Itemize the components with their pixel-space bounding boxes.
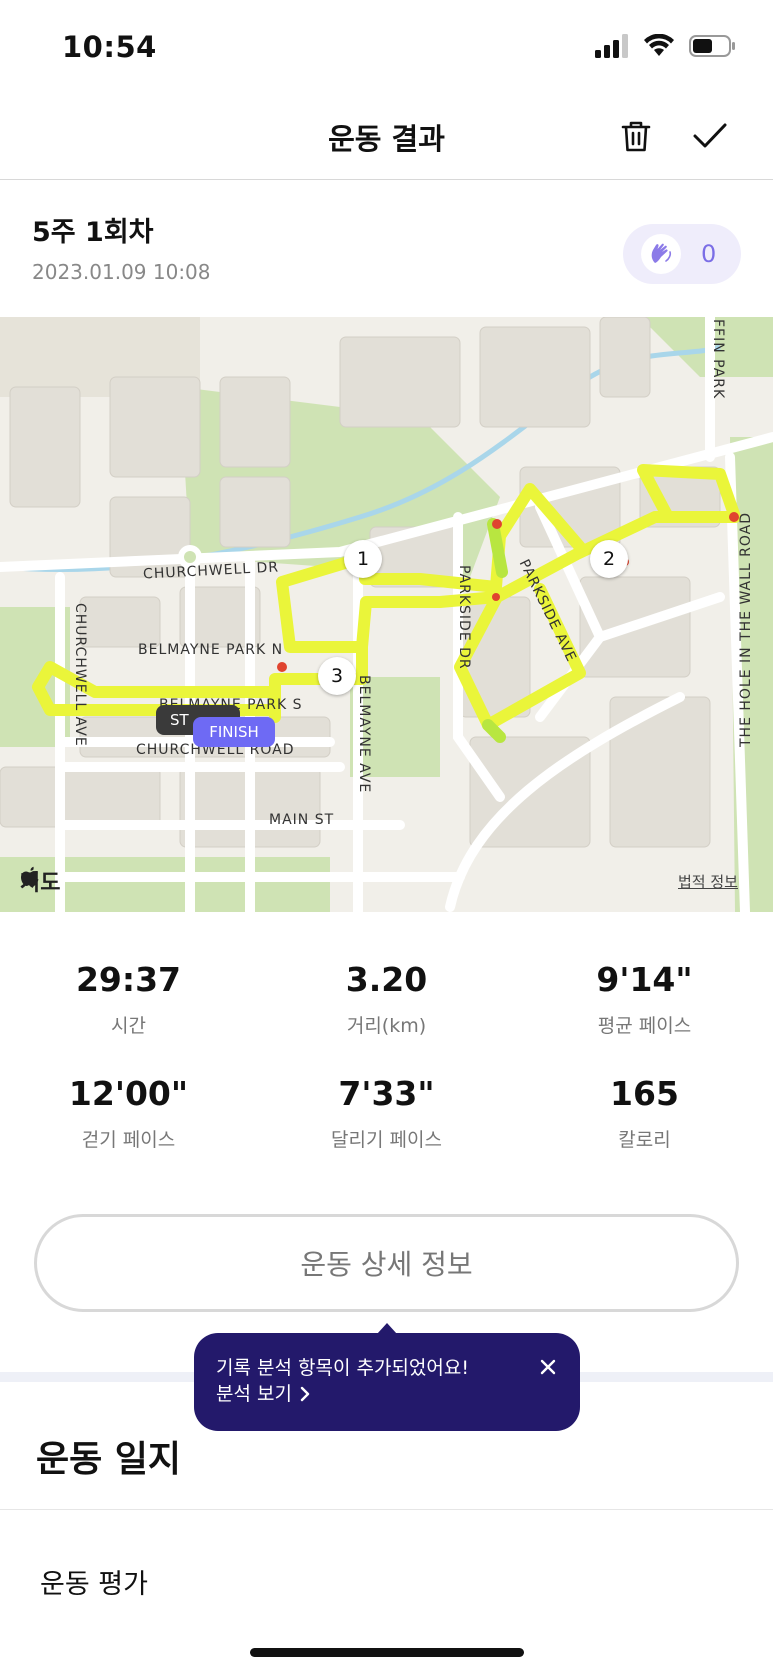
stat-run-pace: 7'33" 달리기 페이스	[258, 1074, 515, 1152]
session-date: 2023.01.09 10:08	[32, 260, 211, 284]
workout-details-button[interactable]: 운동 상세 정보	[34, 1214, 739, 1312]
divider	[0, 1509, 773, 1510]
street-label: PARKSIDE DR	[456, 565, 472, 670]
tooltip-close-button[interactable]	[534, 1353, 562, 1381]
stat-calories: 165 칼로리	[516, 1074, 773, 1152]
stat-walk-pace: 12'00" 걷기 페이스	[0, 1074, 257, 1152]
street-label: CHURCHWELL AVE	[72, 603, 88, 747]
checkmark-icon	[693, 123, 727, 148]
street-label: BELMAYNE PARK N	[138, 642, 284, 658]
cellular-signal-icon	[595, 34, 628, 58]
stat-value: 29:37	[75, 960, 182, 999]
chevron-right-icon	[300, 1386, 310, 1402]
clap-button[interactable]: 0	[623, 224, 741, 284]
trash-icon	[621, 121, 651, 152]
status-time: 10:54	[62, 30, 157, 64]
confirm-button[interactable]	[688, 114, 732, 158]
split-marker-1[interactable]: 1	[344, 540, 382, 578]
stat-time: 29:37 시간	[0, 960, 257, 1038]
status-icons	[595, 34, 737, 58]
status-bar: 10:54	[0, 0, 773, 96]
stat-value: 7'33"	[338, 1074, 435, 1113]
street-label: FFIN PARK	[710, 319, 726, 400]
stat-distance: 3.20 거리(km)	[258, 960, 515, 1038]
clap-count: 0	[701, 240, 717, 268]
home-indicator[interactable]	[250, 1648, 524, 1657]
view-analysis-label: 분석 보기	[216, 1383, 292, 1405]
battery-icon	[689, 35, 735, 57]
maps-attribution: 지도	[20, 865, 60, 897]
stat-value: 12'00"	[68, 1074, 189, 1113]
street-label: MAIN ST	[269, 812, 335, 828]
street-label: BELMAYNE AVE	[356, 675, 372, 794]
workout-rating-title: 운동 평가	[40, 1569, 148, 1600]
clap-icon-wrapper	[641, 234, 681, 274]
stat-avg-pace: 9'14" 평균 페이스	[516, 960, 773, 1038]
split-marker-2[interactable]: 2	[590, 540, 628, 578]
split-marker-3[interactable]: 3	[318, 657, 356, 695]
stat-value: 9'14"	[596, 960, 693, 999]
finish-marker[interactable]: FINISH	[193, 717, 275, 747]
close-icon	[540, 1359, 556, 1375]
header: 운동 결과	[0, 96, 773, 180]
stat-label: 거리(km)	[346, 1015, 427, 1037]
street-label: THE HOLE IN THE WALL ROAD	[738, 511, 754, 747]
stat-label: 걷기 페이스	[81, 1129, 176, 1151]
journal-section-title: 운동 일지	[36, 1439, 182, 1480]
route-map[interactable]: CHURCHWELL DR CHURCHWELL AVE BELMAYNE PA…	[0, 317, 773, 912]
stat-value: 165	[610, 1074, 679, 1113]
wifi-icon	[644, 34, 674, 56]
apple-logo-icon	[21, 866, 39, 886]
clap-hands-icon	[651, 243, 672, 263]
view-analysis-link[interactable]: 분석 보기	[216, 1381, 558, 1407]
session-title: 5주 1회차	[32, 217, 154, 248]
stat-label: 칼로리	[618, 1129, 671, 1151]
analysis-tooltip: 기록 분석 항목이 추가되었어요! 분석 보기	[194, 1333, 580, 1431]
stat-value: 3.20	[345, 960, 428, 999]
legal-info-link[interactable]: 법적 정보	[678, 871, 738, 892]
stat-label: 시간	[111, 1015, 146, 1037]
stat-label: 달리기 페이스	[331, 1129, 442, 1151]
delete-button[interactable]	[614, 114, 658, 158]
map-canvas	[0, 317, 773, 912]
tooltip-message: 기록 분석 항목이 추가되었어요!	[216, 1357, 469, 1379]
stat-label: 평균 페이스	[597, 1015, 692, 1037]
